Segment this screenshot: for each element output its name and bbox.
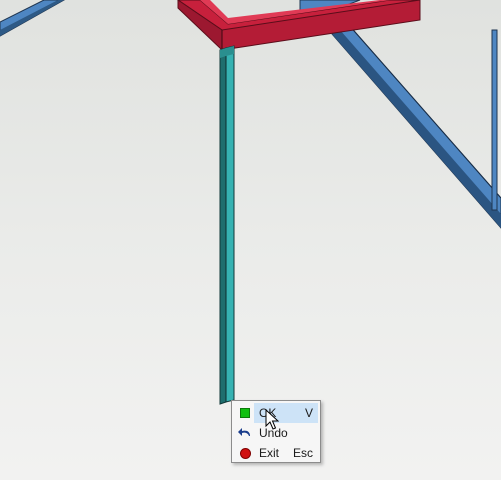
menu-item-ok-label: OK [254, 403, 305, 423]
column-teal[interactable] [219, 45, 235, 405]
brace-right-vertical[interactable] [491, 29, 498, 211]
beam-red-frame[interactable] [177, 0, 421, 52]
green-square-icon [234, 403, 256, 423]
menu-item-ok-shortcut: V [304, 406, 313, 420]
red-dot-icon [234, 443, 256, 463]
brace-right-diagonal[interactable] [331, 23, 501, 229]
menu-item-exit[interactable]: Exit Esc [234, 443, 318, 463]
3d-viewport[interactable]: OK V Undo Exit Esc [0, 0, 501, 480]
menu-item-ok[interactable]: OK V [240, 403, 318, 423]
menu-item-exit-label: Exit [259, 446, 280, 460]
brace-top-left[interactable] [0, 0, 66, 37]
mouse-pointer-icon [265, 409, 279, 430]
undo-arrow-icon [234, 423, 256, 443]
menu-item-exit-shortcut: Esc [292, 446, 313, 460]
